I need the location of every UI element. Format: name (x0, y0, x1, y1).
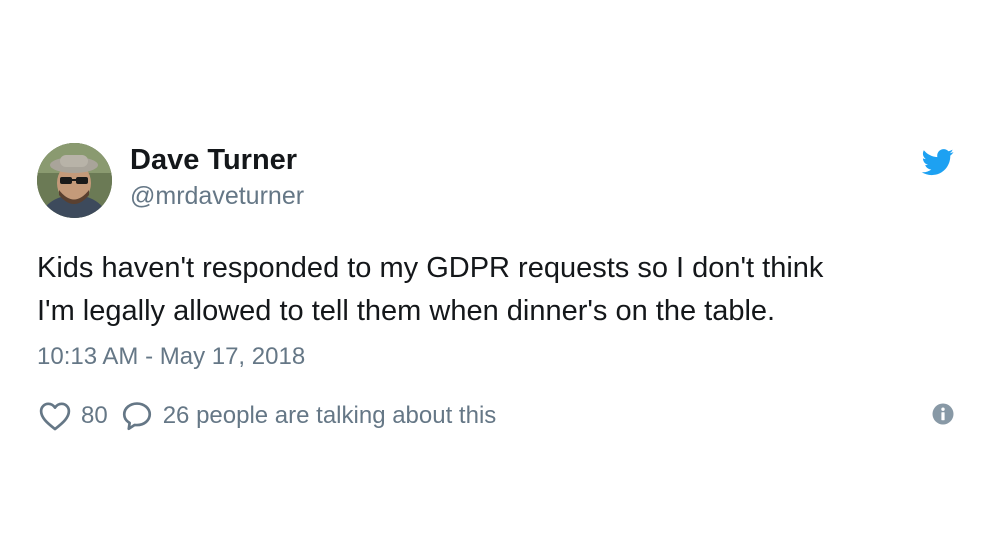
user-handle[interactable]: @mrdaveturner (130, 181, 304, 211)
action-bar: 80 26 people are talking about this (37, 396, 496, 436)
speech-bubble-icon (120, 399, 154, 433)
tweet-text-line: Kids haven't responded to my GDPR reques… (37, 252, 824, 284)
heart-icon (37, 399, 73, 433)
timestamp[interactable]: 10:13 AM - May 17, 2018 (37, 341, 305, 373)
tweet-text-line: I'm legally allowed to tell them when di… (37, 295, 776, 327)
like-button[interactable]: 80 (37, 399, 108, 433)
info-icon[interactable] (932, 403, 954, 425)
conversation-text: 26 people are talking about this (162, 402, 497, 429)
display-name[interactable]: Dave Turner (130, 143, 297, 177)
tweet-card: Dave Turner @mrdaveturner Kids haven't r… (0, 0, 992, 558)
tweet-text: Kids haven't responded to my GDPR reques… (37, 247, 937, 333)
like-count: 80 (81, 402, 108, 429)
conversation-button[interactable]: 26 people are talking about this (120, 399, 497, 433)
twitter-bird-icon[interactable] (920, 146, 956, 178)
avatar[interactable] (37, 143, 112, 218)
